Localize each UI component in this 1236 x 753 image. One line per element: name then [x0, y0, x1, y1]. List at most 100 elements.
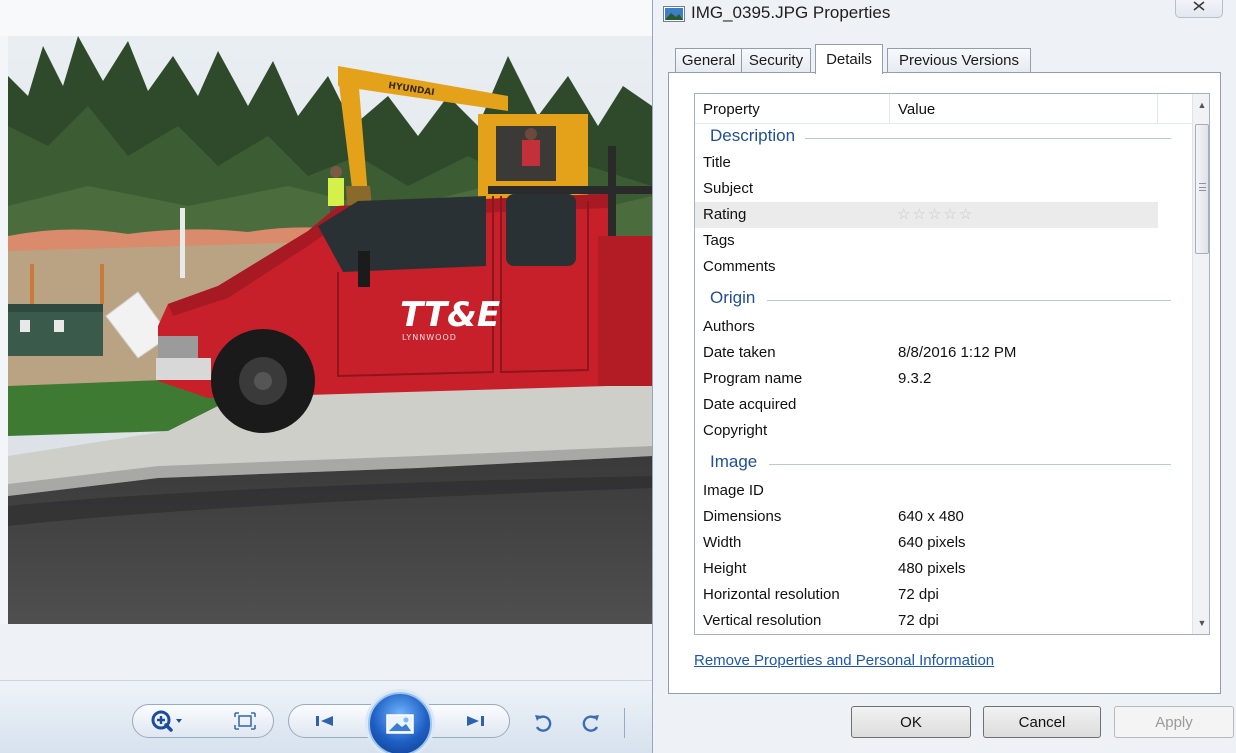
zoom-icon — [151, 710, 182, 732]
property-row-comments[interactable]: Comments — [695, 254, 1192, 280]
property-row-subject[interactable]: Subject — [695, 176, 1192, 202]
rotate-left-icon — [535, 715, 552, 732]
property-value: 640 pixels — [898, 534, 966, 551]
rotate-right-icon — [582, 715, 599, 732]
tab-security[interactable]: Security — [741, 48, 811, 72]
remove-properties-link[interactable]: Remove Properties and Personal Informati… — [694, 652, 994, 669]
property-name: Dimensions — [703, 508, 782, 525]
vertical-scrollbar[interactable]: ▲ ▼ — [1192, 94, 1209, 634]
photo-canvas: HYUNDAI TT&E LYNNWOOD — [8, 36, 652, 624]
screen: HYUNDAI TT&E LYNNWOOD IMG_0395.JPG Prope… — [0, 0, 1236, 753]
list-body: Description Title Subject Rating ☆ ☆ ☆ ☆ ☆ — [695, 124, 1192, 634]
properties-dialog: IMG_0395.JPG Properties General Security… — [652, 0, 1236, 753]
property-row-width[interactable]: Width 640 pixels — [695, 530, 1192, 556]
slideshow-button[interactable] — [368, 692, 432, 753]
property-row-horizontal-resolution[interactable]: Horizontal resolution 72 dpi — [695, 582, 1192, 608]
property-value: 72 dpi — [898, 612, 939, 629]
scroll-down-icon: ▼ — [1197, 618, 1207, 628]
close-button[interactable] — [1175, 0, 1223, 18]
property-row-height[interactable]: Height 480 pixels — [695, 556, 1192, 582]
property-value: 8/8/2016 1:12 PM — [898, 344, 1017, 361]
scroll-up-button[interactable]: ▲ — [1193, 94, 1209, 116]
group-label: Description — [710, 126, 802, 146]
property-row-image-id[interactable]: Image ID — [695, 478, 1192, 504]
property-name: Date taken — [703, 344, 776, 361]
group-label: Origin — [710, 288, 762, 308]
photo-viewer: HYUNDAI TT&E LYNNWOOD — [0, 0, 652, 753]
column-header-value[interactable]: Value — [890, 94, 1158, 124]
property-name: Tags — [703, 232, 735, 249]
property-name: Date acquired — [703, 396, 797, 413]
close-icon — [1193, 0, 1205, 11]
property-name: Width — [703, 534, 742, 551]
window-icon — [663, 6, 685, 22]
property-row-tags[interactable]: Tags — [695, 228, 1192, 254]
next-button[interactable] — [450, 708, 500, 734]
rotate-counterclockwise-button[interactable] — [528, 708, 558, 738]
star-icon[interactable]: ☆ — [928, 207, 941, 222]
group-header-origin[interactable]: Origin — [695, 286, 1192, 312]
property-list[interactable]: Property Value Description Title Subject — [694, 93, 1210, 635]
group-label: Image — [710, 452, 764, 472]
property-value: 480 pixels — [898, 560, 966, 577]
previous-button[interactable] — [300, 708, 350, 734]
property-row-date-taken[interactable]: Date taken 8/8/2016 1:12 PM — [695, 340, 1192, 366]
viewer-bottom-strip — [0, 624, 652, 680]
property-name: Title — [703, 154, 731, 171]
property-name: Vertical resolution — [703, 612, 822, 629]
fit-icon — [234, 712, 256, 730]
property-name: Image ID — [703, 482, 764, 499]
property-name: Subject — [703, 180, 754, 197]
property-row-copyright[interactable]: Copyright — [695, 418, 1192, 444]
star-icon[interactable]: ☆ — [959, 207, 972, 222]
property-name: Authors — [703, 318, 755, 335]
property-row-title[interactable]: Title — [695, 150, 1192, 176]
tab-general[interactable]: General — [675, 48, 742, 72]
tab-details[interactable]: Details — [815, 44, 883, 74]
group-header-image[interactable]: Image — [695, 450, 1192, 476]
rating-stars[interactable]: ☆ ☆ ☆ ☆ ☆ — [897, 207, 972, 222]
fit-window-button[interactable] — [230, 708, 260, 734]
tab-previous-versions[interactable]: Previous Versions — [887, 48, 1031, 72]
slideshow-icon — [386, 714, 414, 734]
truck-logo: TT&E — [400, 295, 500, 335]
scrollbar-thumb[interactable] — [1195, 124, 1209, 254]
property-value: 640 x 480 — [898, 508, 964, 525]
property-name: Rating — [703, 206, 747, 223]
next-icon — [467, 716, 484, 726]
star-icon[interactable]: ☆ — [897, 207, 910, 222]
column-header-property[interactable]: Property — [695, 94, 890, 124]
grip-icon — [1199, 183, 1206, 191]
property-name: Height — [703, 560, 747, 577]
dialog-title: IMG_0395.JPG Properties — [691, 3, 891, 22]
group-divider — [767, 300, 1171, 301]
ok-button[interactable]: OK — [851, 706, 971, 738]
property-name: Comments — [703, 258, 776, 275]
apply-button[interactable]: Apply — [1114, 706, 1234, 738]
truck-logo-sub: LYNNWOOD — [402, 333, 457, 342]
property-row-program-name[interactable]: Program name 9.3.2 — [695, 366, 1192, 392]
property-name: Horizontal resolution — [703, 586, 840, 603]
property-row-rating[interactable]: Rating ☆ ☆ ☆ ☆ ☆ — [695, 202, 1158, 228]
property-row-authors[interactable]: Authors — [695, 314, 1192, 340]
zoom-button[interactable] — [146, 708, 192, 734]
property-row-vertical-resolution[interactable]: Vertical resolution 72 dpi — [695, 608, 1192, 634]
property-value: 9.3.2 — [898, 370, 932, 387]
rotate-clockwise-button[interactable] — [576, 708, 606, 738]
photo-image: HYUNDAI TT&E LYNNWOOD — [8, 36, 652, 624]
property-row-date-acquired[interactable]: Date acquired — [695, 392, 1192, 418]
star-icon[interactable]: ☆ — [912, 207, 925, 222]
property-row-dimensions[interactable]: Dimensions 640 x 480 — [695, 504, 1192, 530]
group-header-description[interactable]: Description — [695, 124, 1192, 150]
property-value: 72 dpi — [898, 586, 939, 603]
group-divider — [805, 138, 1171, 139]
property-name: Program name — [703, 370, 803, 387]
list-header: Property Value — [695, 94, 1192, 124]
dialog-titlebar[interactable]: IMG_0395.JPG Properties — [653, 0, 1236, 36]
star-icon[interactable]: ☆ — [943, 207, 956, 222]
property-name: Copyright — [703, 422, 768, 439]
scroll-down-button[interactable]: ▼ — [1193, 612, 1209, 634]
cancel-button[interactable]: Cancel — [983, 706, 1101, 738]
toolbar-divider — [624, 708, 625, 738]
viewer-top-strip — [0, 0, 652, 36]
